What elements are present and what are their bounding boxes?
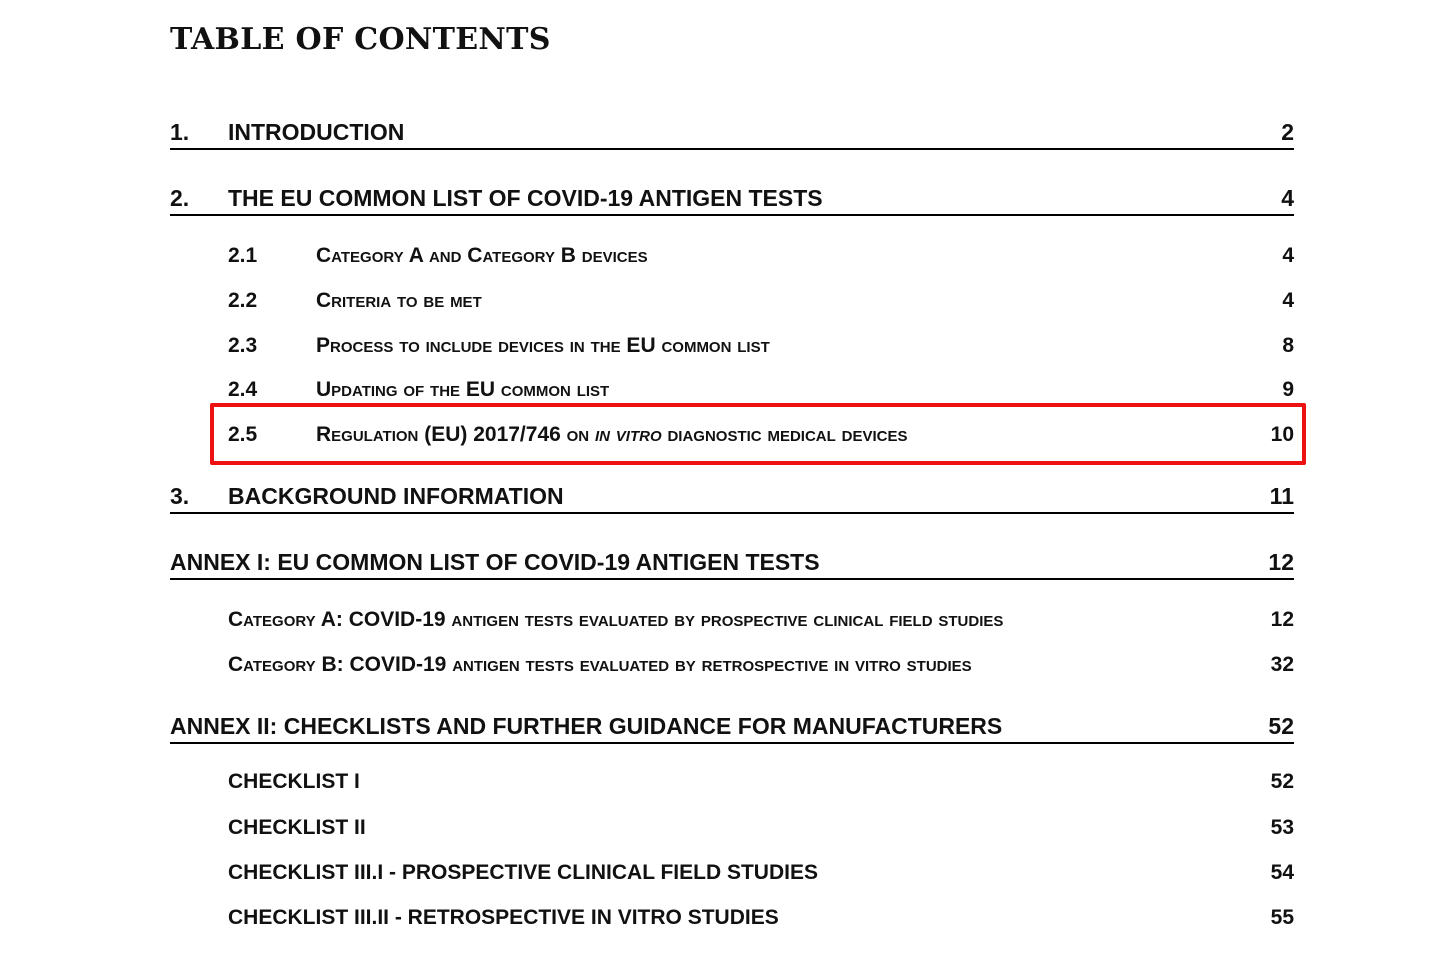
toc-entry-number: 2.4 <box>228 378 258 401</box>
toc-entry-checklist-3-1[interactable]: Checklist III.I - Prospective clinical f… <box>170 855 1294 889</box>
toc-entry-eu-common-list[interactable]: 2. THE EU COMMON LIST OF COVID-19 ANTIGE… <box>170 180 1294 216</box>
toc-entry-page: 4 <box>1282 289 1294 312</box>
toc-entry-title: ANNEX I: EU COMMON LIST OF COVID-19 ANTI… <box>170 549 820 575</box>
toc-entry-introduction[interactable]: 1. INTRODUCTION 2 <box>170 114 1294 150</box>
toc-entry-title: Criteria to be met <box>316 289 482 312</box>
toc-entry-page: 11 <box>1269 483 1294 509</box>
toc-entry-page: 4 <box>1282 244 1294 267</box>
toc-entry-page: 53 <box>1270 816 1294 839</box>
toc-entry-background-information[interactable]: 3. BACKGROUND INFORMATION 11 <box>170 478 1294 514</box>
toc-entry-page: 12 <box>1268 549 1294 575</box>
toc-entry-2-1[interactable]: 2.1 Category A and Category B devices 4 <box>170 238 1294 272</box>
toc-entry-page: 9 <box>1282 378 1294 401</box>
toc-entry-page: 8 <box>1282 334 1294 357</box>
toc-entry-number: 2. <box>170 185 190 211</box>
toc-entry-2-2[interactable]: 2.2 Criteria to be met 4 <box>170 283 1294 317</box>
toc-title: TABLE OF CONTENTS <box>170 22 551 57</box>
toc-entry-title: Checklist II <box>228 816 366 839</box>
toc-entry-title: Checklist I <box>228 770 360 793</box>
toc-entry-annex-2[interactable]: ANNEX II: CHECKLISTS AND FURTHER GUIDANC… <box>170 708 1294 744</box>
toc-entry-page: 52 <box>1268 713 1294 739</box>
toc-entry-number: 3. <box>170 483 190 509</box>
highlight-box <box>210 403 1306 465</box>
toc-entry-number: 2.3 <box>228 334 258 357</box>
toc-entry-number: 2.2 <box>228 289 258 312</box>
toc-entry-2-4[interactable]: 2.4 Updating of the EU common list 9 <box>170 372 1294 406</box>
toc-entry-page: 4 <box>1281 185 1294 211</box>
toc-entry-title: Category B: COVID-19 antigen tests evalu… <box>228 653 972 676</box>
toc-entry-title: Process to include devices in the EU com… <box>316 334 770 357</box>
toc-entry-number: 2.1 <box>228 244 258 267</box>
toc-entry-annex-1[interactable]: ANNEX I: EU COMMON LIST OF COVID-19 ANTI… <box>170 544 1294 580</box>
toc-entry-title: THE EU COMMON LIST OF COVID-19 ANTIGEN T… <box>228 185 823 211</box>
toc-entry-title: BACKGROUND INFORMATION <box>228 483 564 509</box>
toc-entry-page: 2 <box>1281 119 1294 145</box>
toc-entry-2-3[interactable]: 2.3 Process to include devices in the EU… <box>170 328 1294 362</box>
toc-entry-category-b[interactable]: Category B: COVID-19 antigen tests evalu… <box>170 647 1294 681</box>
toc-entry-page: 55 <box>1270 906 1294 929</box>
toc-entry-checklist-2[interactable]: Checklist II 53 <box>170 810 1294 844</box>
toc-entry-checklist-1[interactable]: Checklist I 52 <box>170 764 1294 798</box>
toc-entry-title: INTRODUCTION <box>228 119 405 145</box>
toc-entry-checklist-3-2[interactable]: Checklist III.II - Retrospective in vitr… <box>170 900 1294 934</box>
toc-entry-page: 12 <box>1270 608 1294 631</box>
toc-entry-title: Updating of the EU common list <box>316 378 610 401</box>
toc-entry-title: Checklist III.II - Retrospective in vitr… <box>228 906 779 929</box>
toc-entry-title: ANNEX II: CHECKLISTS AND FURTHER GUIDANC… <box>170 713 1003 739</box>
toc-entry-page: 32 <box>1270 653 1294 676</box>
toc-entry-title: Checklist III.I - Prospective clinical f… <box>228 861 818 884</box>
toc-entry-page: 54 <box>1270 861 1294 884</box>
toc-entry-number: 1. <box>170 119 190 145</box>
toc-entry-title: Category A: COVID-19 antigen tests evalu… <box>228 608 1004 631</box>
toc-entry-page: 52 <box>1270 770 1294 793</box>
toc-entry-title: Category A and Category B devices <box>316 244 648 267</box>
toc-entry-category-a[interactable]: Category A: COVID-19 antigen tests evalu… <box>170 602 1294 636</box>
